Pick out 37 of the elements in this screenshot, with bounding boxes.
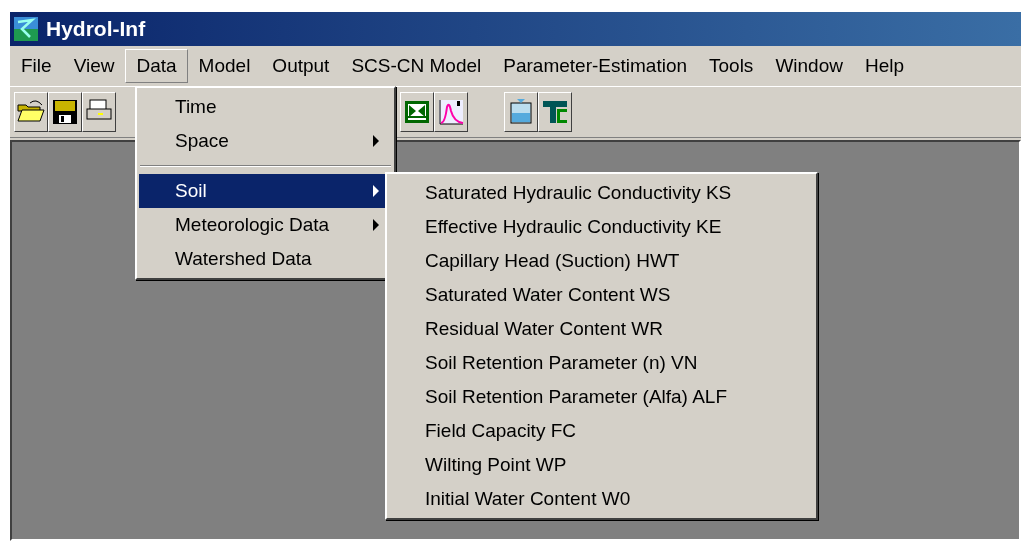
menu-item[interactable]: SCS-CN Model [340, 49, 493, 83]
menu-item-label: Space [175, 128, 229, 153]
toolbar-button[interactable] [504, 92, 538, 132]
menu-item[interactable]: Data [125, 49, 188, 83]
menu-item[interactable]: Output [261, 49, 341, 83]
menu-item[interactable]: Wilting Point WP [389, 448, 814, 482]
toolbar-button[interactable] [82, 92, 116, 132]
menu-item[interactable]: Residual Water Content WR [389, 312, 814, 346]
menu-item[interactable]: Saturated Water Content WS [389, 278, 814, 312]
menu-item[interactable]: Help [853, 49, 916, 83]
window-title: Hydrol-Inf [46, 16, 146, 43]
menu-item[interactable]: File [10, 49, 63, 83]
menu-item[interactable]: Model [187, 49, 262, 83]
menu-item[interactable]: Initial Water Content W0 [389, 482, 814, 516]
menu-item[interactable]: View [62, 49, 126, 83]
toolbar-button[interactable] [434, 92, 468, 132]
toolbar-button[interactable] [538, 92, 572, 132]
curve-chart-icon [436, 97, 466, 127]
menu-item[interactable]: Soil Retention Parameter (n) VN [389, 346, 814, 380]
menu-item[interactable]: Field Capacity FC [389, 414, 814, 448]
menu-item-label: Soil [175, 178, 207, 203]
toolbar-button[interactable] [400, 92, 434, 132]
menu-item-label: Meteorologic Data [175, 212, 330, 237]
menu-item[interactable]: Tools [698, 49, 765, 83]
menu-item[interactable]: Parameter-Estimation [492, 49, 698, 83]
menu-item[interactable]: Soil Retention Parameter (Alfa) ALF [389, 380, 814, 414]
menu-item[interactable]: Capillary Head (Suction) HWT [389, 244, 814, 278]
app-icon [14, 17, 38, 41]
menu-item-label: Watershed Data [175, 246, 312, 271]
menu-item[interactable]: Window [764, 49, 854, 83]
menu-item[interactable]: Effective Hydraulic Conductivity KE [389, 210, 814, 244]
menu-item[interactable]: Time [139, 90, 392, 124]
toolbar-button[interactable] [48, 92, 82, 132]
menu-item[interactable]: Saturated Hydraulic Conductivity KS [389, 176, 814, 210]
menu-item-label: Time [175, 94, 217, 119]
toolbar-button[interactable] [14, 92, 48, 132]
menu-item[interactable]: Space [139, 124, 392, 158]
